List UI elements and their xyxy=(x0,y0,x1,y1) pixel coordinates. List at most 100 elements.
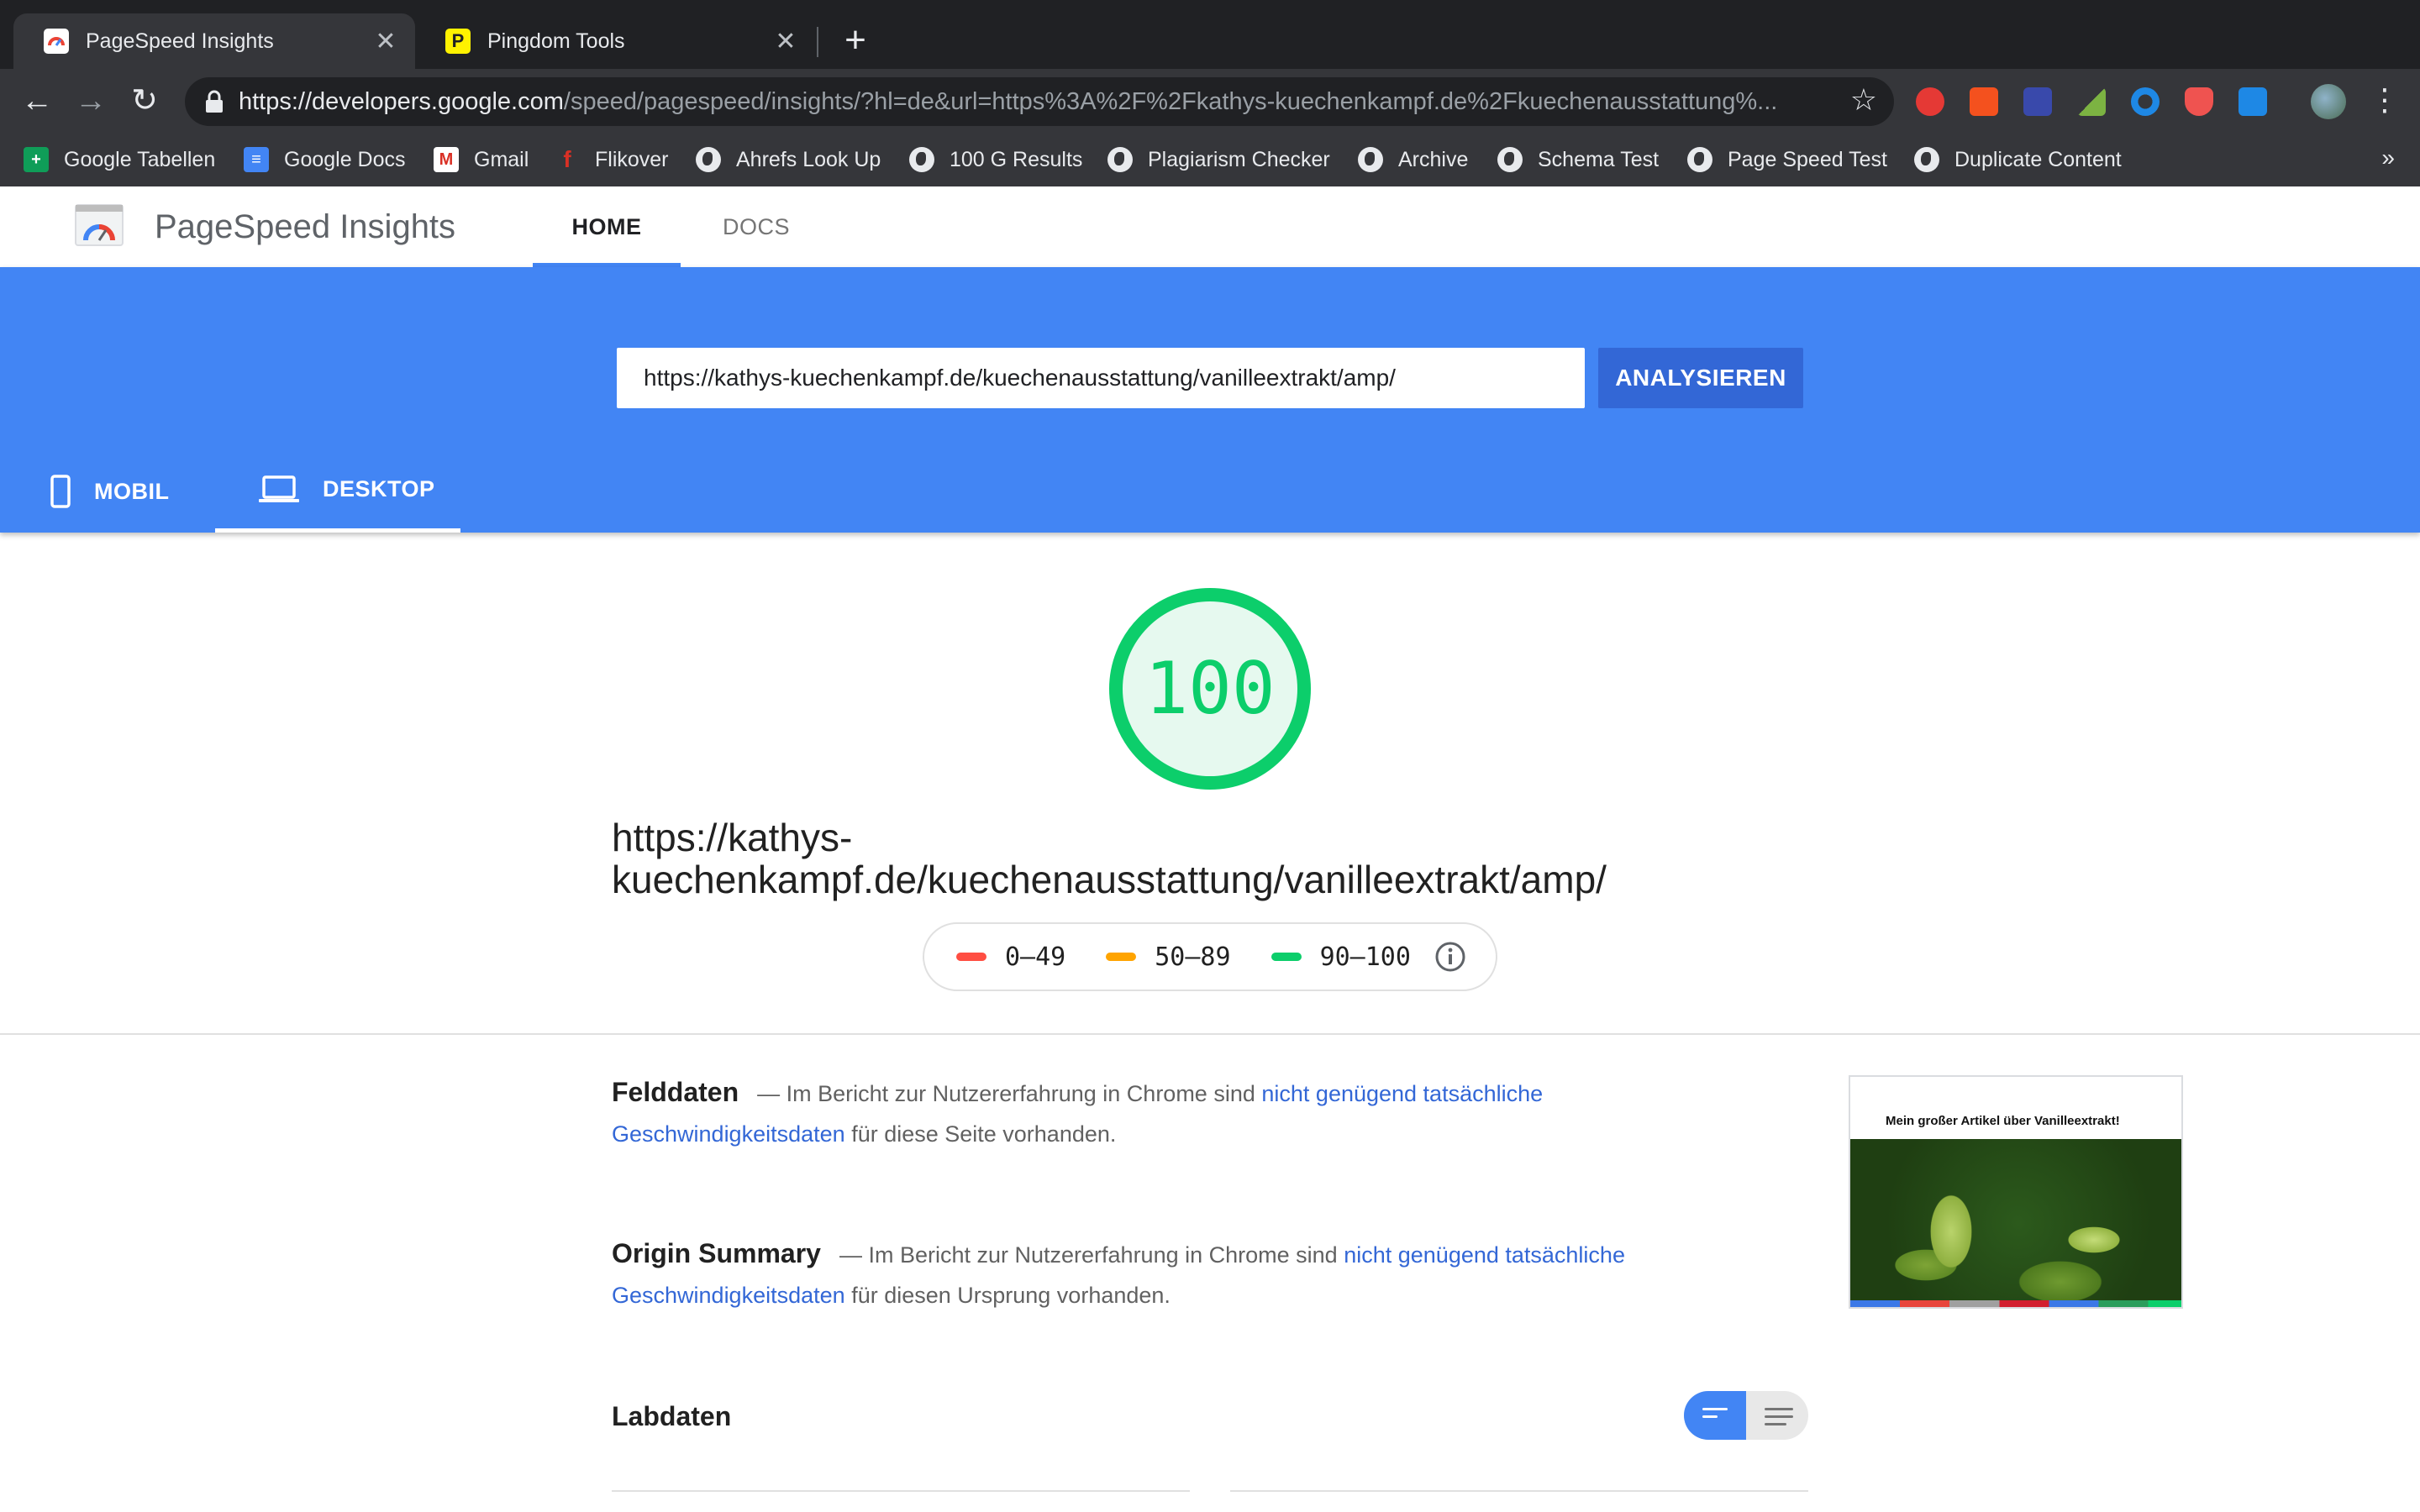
tab-mobile[interactable]: MOBIL xyxy=(50,450,210,533)
analyze-button[interactable]: ANALYSIEREN xyxy=(1598,348,1803,408)
bookmark-schema[interactable]: Schema Test xyxy=(1497,143,1659,176)
tab-pingdom[interactable]: P Pingdom Tools ✕ xyxy=(415,13,815,69)
bookmark-label: Gmail xyxy=(474,147,529,171)
bookmark-label: Google Tabellen xyxy=(64,147,216,171)
bookmark-pagespeed[interactable]: Page Speed Test xyxy=(1687,143,1887,176)
globe-icon xyxy=(1497,147,1523,172)
tab-pagespeed[interactable]: PageSpeed Insights ✕ xyxy=(13,13,415,69)
adblock-icon[interactable] xyxy=(1916,87,1944,116)
view-toggle xyxy=(1684,1391,1808,1440)
lock-icon xyxy=(206,90,223,113)
tab-separator xyxy=(817,27,818,57)
field-data-title: Felddaten xyxy=(612,1077,739,1107)
address-bar[interactable]: https://developers.google.com/speed/page… xyxy=(185,77,1894,126)
browser-toolbar: ← → ↻ https://developers.google.com/spee… xyxy=(0,69,2420,133)
bookmark-google-tabellen[interactable]: + Google Tabellen xyxy=(24,143,215,176)
new-tab-button[interactable]: + xyxy=(837,18,874,62)
tab-title: PageSpeed Insights xyxy=(86,29,274,53)
legend-swatch xyxy=(956,953,986,961)
bookmark-google-docs[interactable]: ≡ Google Docs xyxy=(244,143,406,176)
legend-item-average: 50–89 xyxy=(1106,942,1231,972)
browser-menu-icon[interactable]: ⋮ xyxy=(2370,81,2400,119)
close-tab-icon[interactable]: ✕ xyxy=(373,27,398,56)
screenshot-share-bar xyxy=(1850,1300,2181,1307)
field-data-text: Im Bericht zur Nutzererfahrung in Chrome… xyxy=(786,1081,1255,1106)
score-legend: 0–49 50–89 90–100 xyxy=(923,922,1497,991)
origin-summary-section: Origin Summary — Im Bericht zur Nutzererf… xyxy=(612,1233,1704,1315)
bookmark-flikover[interactable]: f Flikover xyxy=(555,143,668,176)
bookmark-label: Archive xyxy=(1398,147,1469,171)
mobile-phone-icon xyxy=(50,475,71,508)
field-data-dash: — xyxy=(757,1081,781,1106)
bookmark-label: Ahrefs Look Up xyxy=(736,147,881,171)
bookmark-label: Google Docs xyxy=(284,147,406,171)
extension-red-icon[interactable] xyxy=(1970,87,1998,116)
compact-view-icon xyxy=(1702,1408,1728,1423)
extension-blue-icon[interactable] xyxy=(2023,87,2052,116)
legend-range: 0–49 xyxy=(1005,942,1066,972)
bookmark-star-icon[interactable]: ☆ xyxy=(1850,82,1877,118)
tab-desktop-label: DESKTOP xyxy=(323,476,435,501)
extension-circle-icon[interactable] xyxy=(2131,87,2160,116)
url-path: /speed/pagespeed/insights/?hl=de&url=htt… xyxy=(563,88,1778,115)
origin-summary-text-end: für diesen Ursprung vorhanden. xyxy=(851,1283,1171,1308)
nav-tab-docs[interactable]: DOCS xyxy=(681,186,832,267)
legend-swatch xyxy=(1270,953,1302,961)
sheets-icon: + xyxy=(24,147,49,172)
gmail-icon: M xyxy=(434,147,459,172)
extension-pen-icon[interactable] xyxy=(2077,87,2106,116)
compact-view-button[interactable] xyxy=(1684,1391,1746,1440)
nav-tab-home[interactable]: HOME xyxy=(533,186,681,267)
shield-icon[interactable] xyxy=(2185,87,2213,116)
bookmark-label: Duplicate Content xyxy=(1954,147,2122,171)
url-host: https://developers.google.com xyxy=(239,88,564,115)
bookmark-100g[interactable]: 100 G Results xyxy=(909,143,1082,176)
address-url[interactable]: https://developers.google.com/speed/page… xyxy=(239,77,1835,126)
tab-mobile-label: MOBIL xyxy=(94,478,170,504)
bookmark-gmail[interactable]: M Gmail xyxy=(434,143,529,176)
metrics-divider-left xyxy=(612,1490,1190,1492)
tested-url-line-1: https://kathys- xyxy=(612,816,853,859)
globe-icon xyxy=(1687,147,1712,172)
tab-desktop[interactable]: DESKTOP xyxy=(215,450,460,533)
bookmark-label: Schema Test xyxy=(1538,147,1660,171)
back-button[interactable]: ← xyxy=(15,79,59,123)
bookmark-label: 100 G Results xyxy=(950,147,1083,171)
bookmark-plagiarism[interactable]: Plagiarism Checker xyxy=(1107,143,1330,176)
field-data-section: Felddaten — Im Bericht zur Nutzererfahrun… xyxy=(612,1072,1704,1154)
page-screenshot-thumbnail: Mein großer Artikel über Vanilleextrakt! xyxy=(1849,1075,2183,1309)
globe-icon xyxy=(909,147,934,172)
legend-swatch xyxy=(1106,953,1137,961)
forward-button[interactable]: → xyxy=(69,79,113,123)
location-icon[interactable] xyxy=(2238,87,2267,116)
close-tab-icon[interactable]: ✕ xyxy=(773,27,798,56)
laptop-icon xyxy=(259,475,299,502)
list-view-icon xyxy=(1765,1408,1793,1431)
app-title: PageSpeed Insights xyxy=(155,208,456,245)
bookmark-archive[interactable]: Archive xyxy=(1358,143,1468,176)
pagespeed-logo-icon[interactable] xyxy=(74,203,124,247)
field-data-text-end: für diese Seite vorhanden. xyxy=(851,1121,1117,1147)
bookmark-duplicate[interactable]: Duplicate Content xyxy=(1914,143,2122,176)
vanilla-flower-image xyxy=(1850,1139,2181,1304)
globe-icon xyxy=(1914,147,1939,172)
legend-item-poor: 0–49 xyxy=(956,942,1065,972)
url-input[interactable] xyxy=(617,348,1585,408)
browser-tab-strip: PageSpeed Insights ✕ P Pingdom Tools ✕ + xyxy=(0,0,2420,69)
tested-url-line-2: kuechenkampf.de/kuechenausstattung/vanil… xyxy=(612,858,1607,901)
flikover-icon: f xyxy=(563,146,571,172)
reload-button[interactable]: ↻ xyxy=(123,79,166,123)
tested-url: https://kathys-kuechenkampf.de/kuechenau… xyxy=(612,816,1704,900)
bookmark-label: Plagiarism Checker xyxy=(1148,147,1330,171)
tab-title: Pingdom Tools xyxy=(487,29,625,53)
profile-avatar[interactable] xyxy=(2311,84,2346,119)
bookmarks-overflow-button[interactable]: » xyxy=(2381,144,2395,171)
section-divider xyxy=(0,1033,2420,1035)
bookmark-ahrefs[interactable]: Ahrefs Look Up xyxy=(696,143,881,176)
psi-header: PageSpeed Insights HOME DOCS xyxy=(0,186,2420,268)
docs-icon: ≡ xyxy=(244,147,269,172)
legend-item-good: 90–100 xyxy=(1270,942,1411,972)
info-icon[interactable] xyxy=(1434,941,1466,973)
score-value: 100 xyxy=(1144,647,1276,731)
expanded-view-button[interactable] xyxy=(1746,1391,1808,1440)
